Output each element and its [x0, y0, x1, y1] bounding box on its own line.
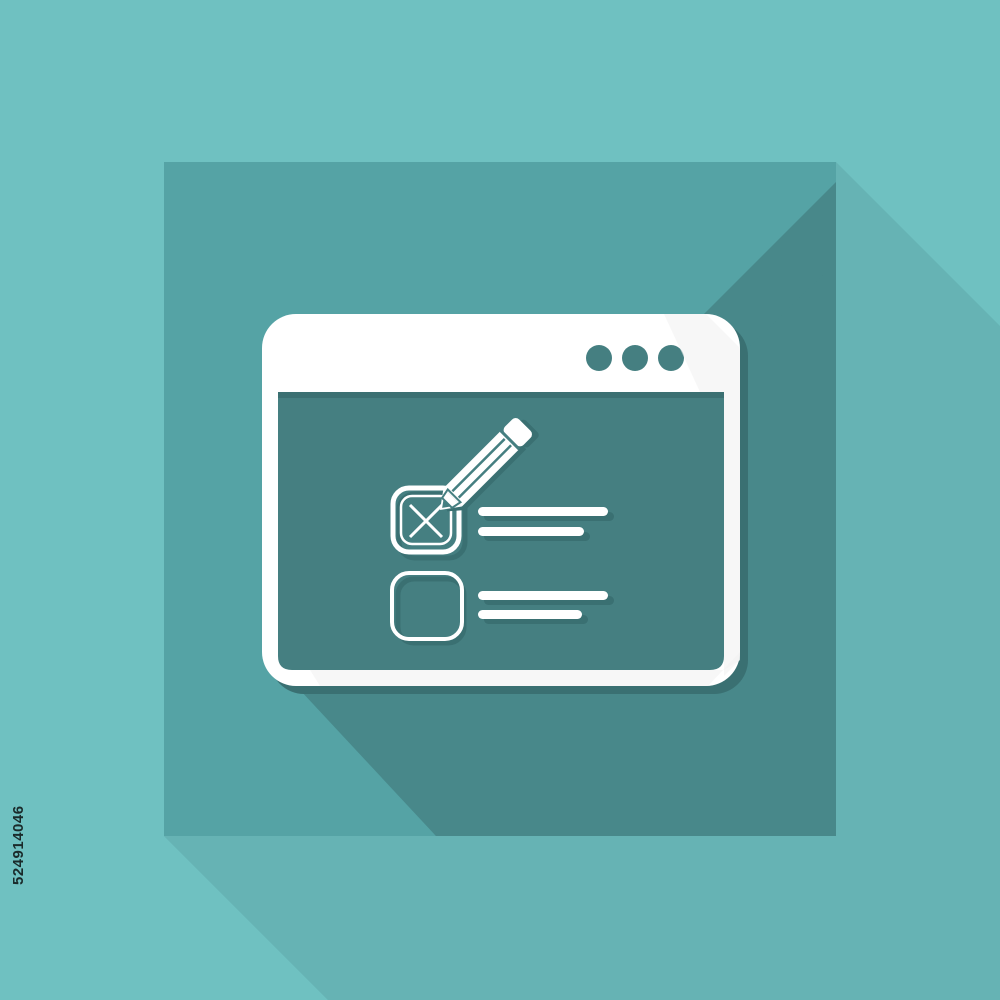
text-line-long	[478, 591, 608, 600]
text-line-long	[478, 507, 608, 516]
window-button-1-icon	[586, 345, 612, 371]
window-button-2-icon	[622, 345, 648, 371]
text-line-short	[478, 527, 584, 536]
icon-scene	[0, 0, 1000, 1000]
text-line-short	[478, 610, 582, 619]
image-id-text: 524914046	[10, 805, 27, 885]
window-button-3-icon	[658, 345, 684, 371]
browser-window	[262, 314, 748, 694]
titlebar-divider	[278, 392, 724, 398]
